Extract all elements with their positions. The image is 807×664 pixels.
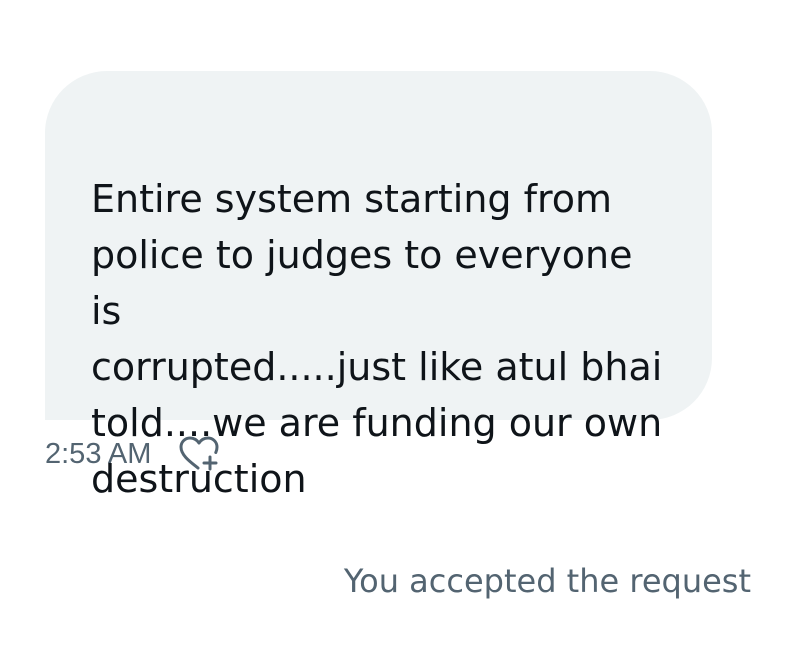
heart-plus-icon [179,436,219,471]
message-bubble[interactable]: Entire system starting from police to ju… [45,71,712,501]
system-notice: You accepted the request [343,562,751,600]
message-timestamp: 2:53 AM [45,437,152,470]
add-reaction-button[interactable] [177,433,223,475]
message-meta: 2:53 AM [45,433,223,475]
